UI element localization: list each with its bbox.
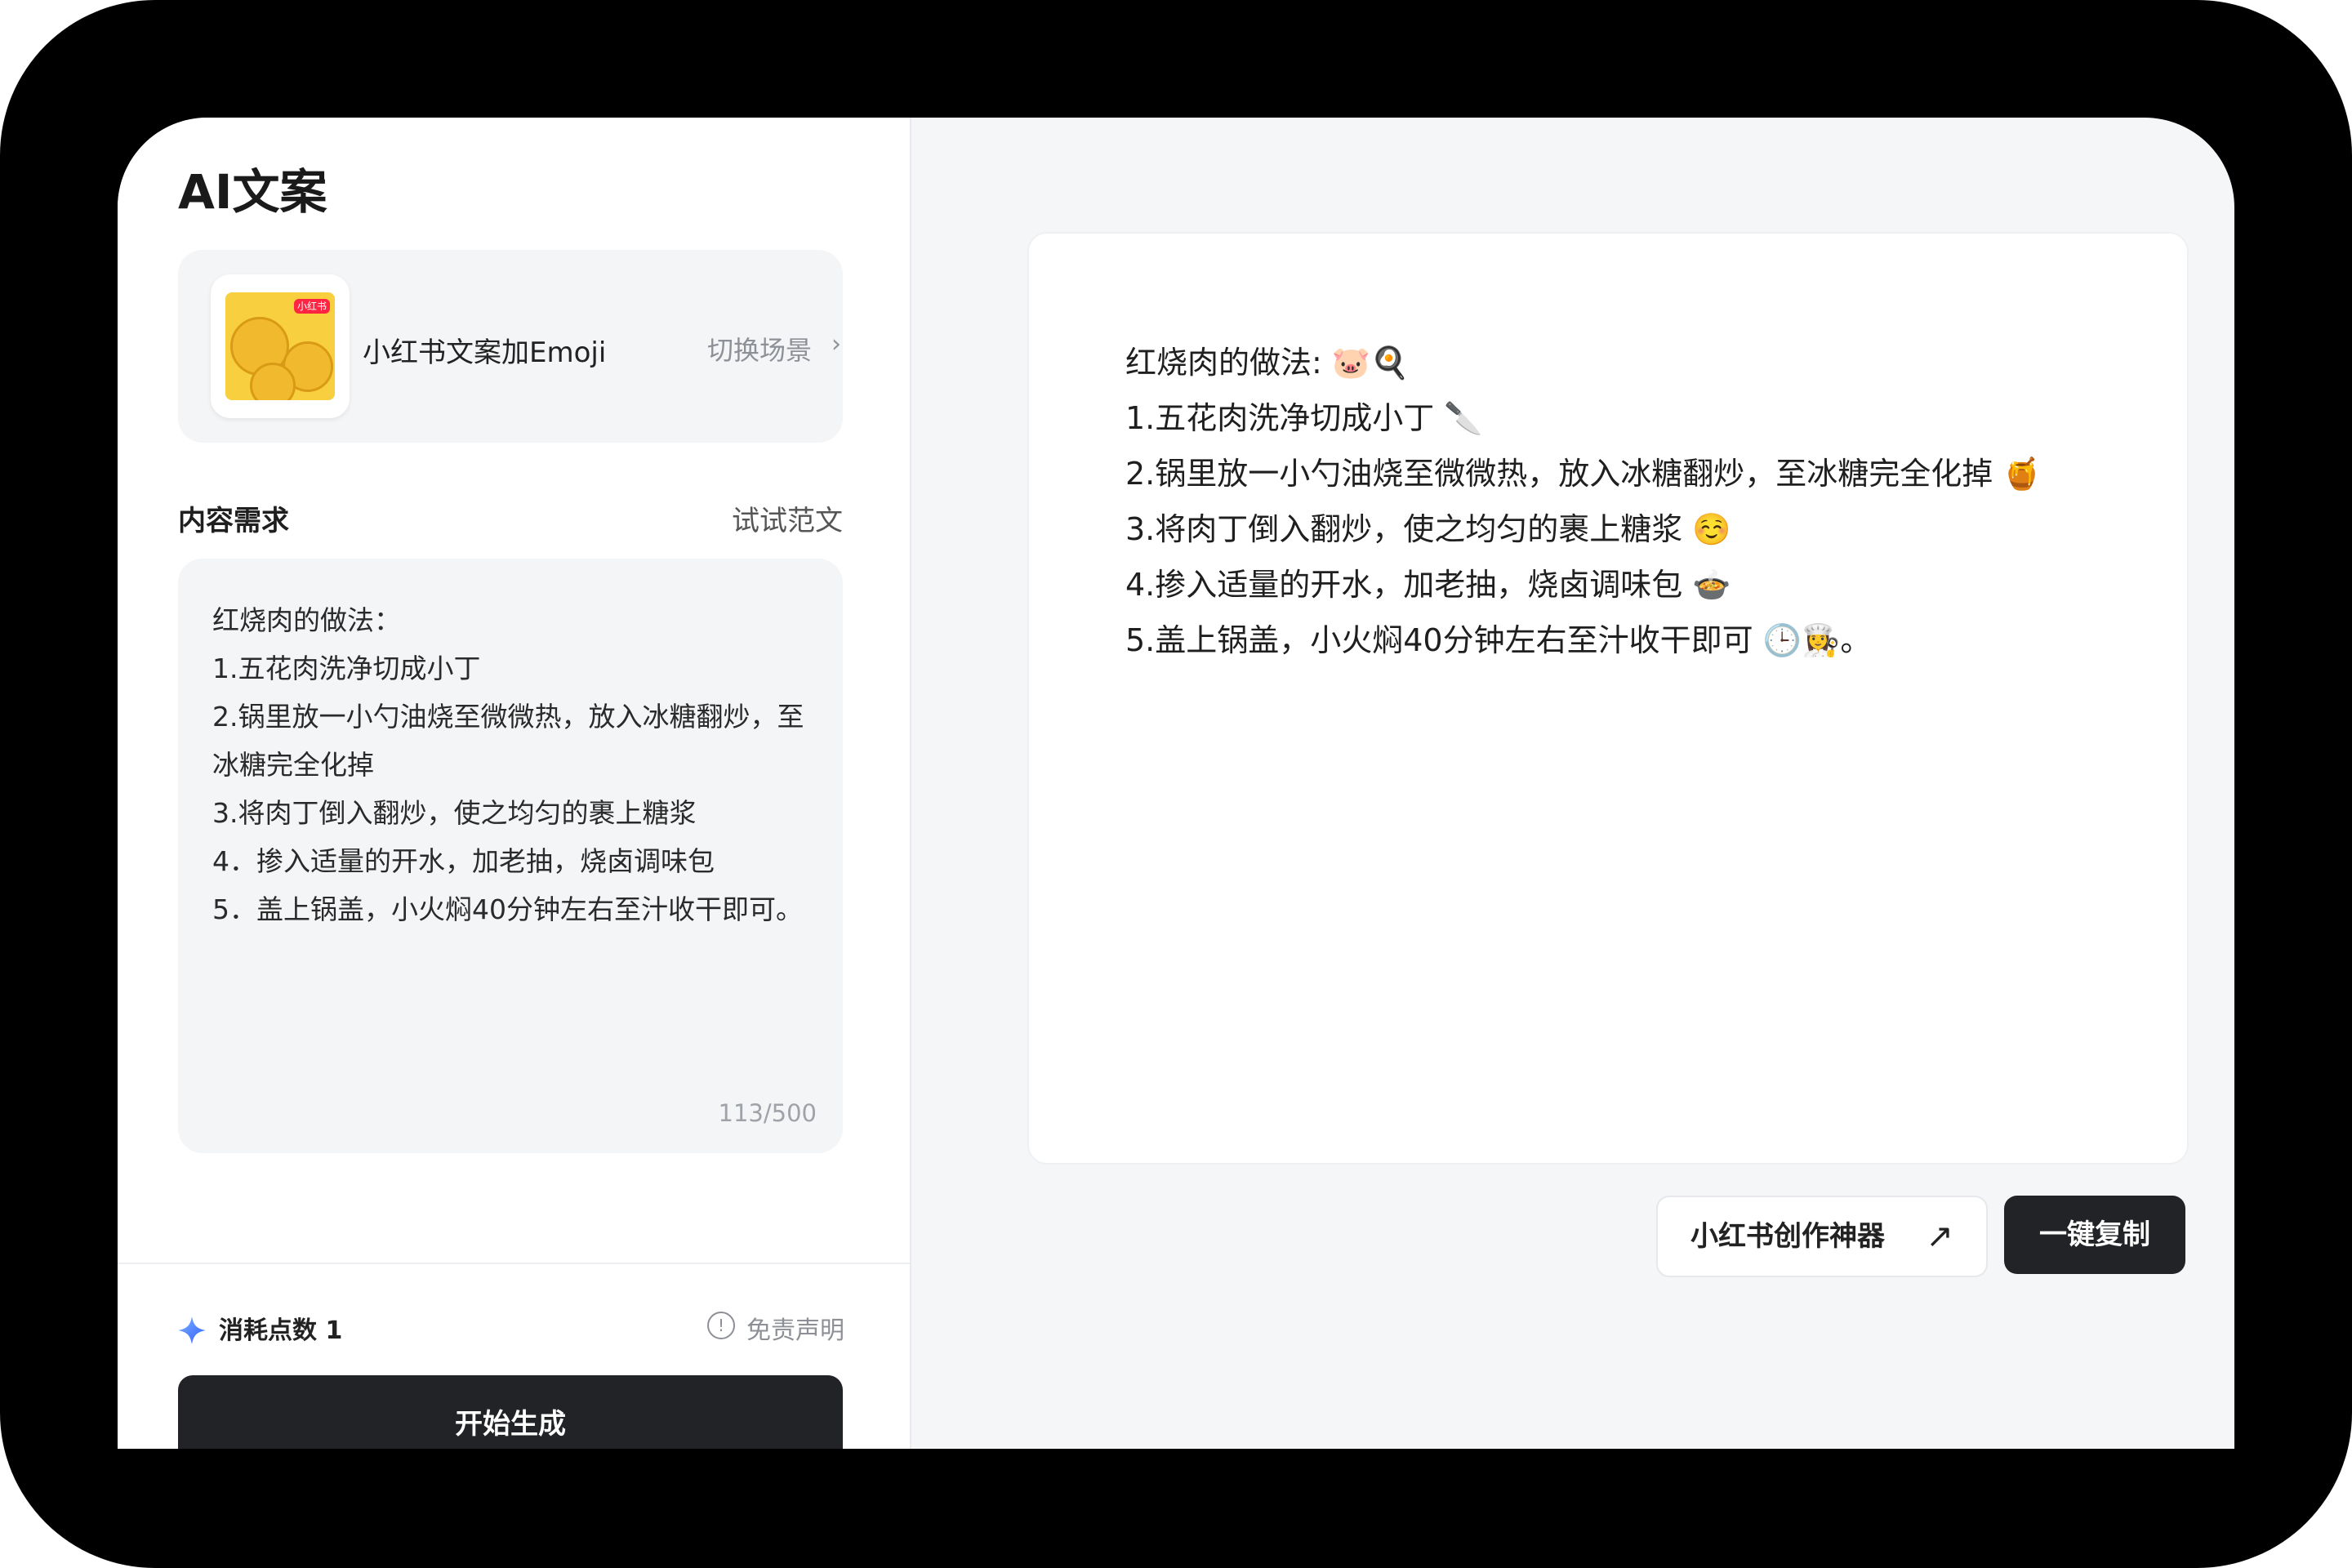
app-screen: AI文案 小红书 小红书文案加Emoji 切换场景 › 内容需求 试试范文 红烧… (118, 118, 2234, 1449)
switch-scene-link[interactable]: 切换场景 (707, 330, 812, 368)
device-bezel: AI文案 小红书 小红书文案加Emoji 切换场景 › 内容需求 试试范文 红烧… (0, 0, 2352, 1568)
input-panel: AI文案 小红书 小红书文案加Emoji 切换场景 › 内容需求 试试范文 红烧… (118, 118, 911, 1449)
generate-button[interactable]: 开始生成 (178, 1375, 843, 1449)
chevron-right-icon[interactable]: › (831, 330, 841, 359)
info-circle-icon[interactable]: ! (707, 1312, 735, 1339)
scene-selector[interactable]: 小红书 小红书文案加Emoji 切换场景 › (178, 250, 843, 443)
content-requirement-input[interactable]: 红烧肉的做法： 1.五花肉洗净切成小丁 2.锅里放一小勺油烧至微微热，放入冰糖翻… (178, 559, 843, 1153)
generated-copy-text: 红烧肉的做法: 🐷🍳 1.五花肉洗净切成小丁 🔪 2.锅里放一小勺油烧至微微热，… (1125, 345, 2042, 658)
content-requirement-text[interactable]: 红烧肉的做法： 1.五花肉洗净切成小丁 2.锅里放一小勺油烧至微微热，放入冰糖翻… (212, 596, 817, 933)
xiaohongshu-creator-button[interactable]: 小红书创作神器 ↗ (1656, 1196, 1988, 1277)
external-arrow-icon: ↗ (1926, 1218, 1953, 1255)
content-requirement-label: 内容需求 (178, 505, 289, 537)
page-title: AI文案 (178, 164, 327, 220)
sparkle-icon (178, 1316, 206, 1344)
scene-thumbnail: 小红书 (211, 274, 350, 418)
try-sample-link[interactable]: 试试范文 (732, 498, 843, 538)
scene-name: 小红书文案加Emoji (363, 336, 607, 369)
disclaimer-link[interactable]: 免责声明 (746, 1310, 844, 1346)
xiaohongshu-badge: 小红书 (294, 299, 330, 314)
copy-button[interactable]: 一键复制 (2004, 1196, 2185, 1274)
scene-thumbnail-image: 小红书 (225, 292, 335, 400)
result-card: 红烧肉的做法: 🐷🍳 1.五花肉洗净切成小丁 🔪 2.锅里放一小勺油烧至微微热，… (1027, 232, 2189, 1165)
cost-points: 消耗点数 1 (219, 1316, 343, 1345)
creator-button-label: 小红书创作神器 (1690, 1220, 1885, 1253)
divider (118, 1263, 910, 1264)
character-count: 113/500 (718, 1099, 817, 1127)
